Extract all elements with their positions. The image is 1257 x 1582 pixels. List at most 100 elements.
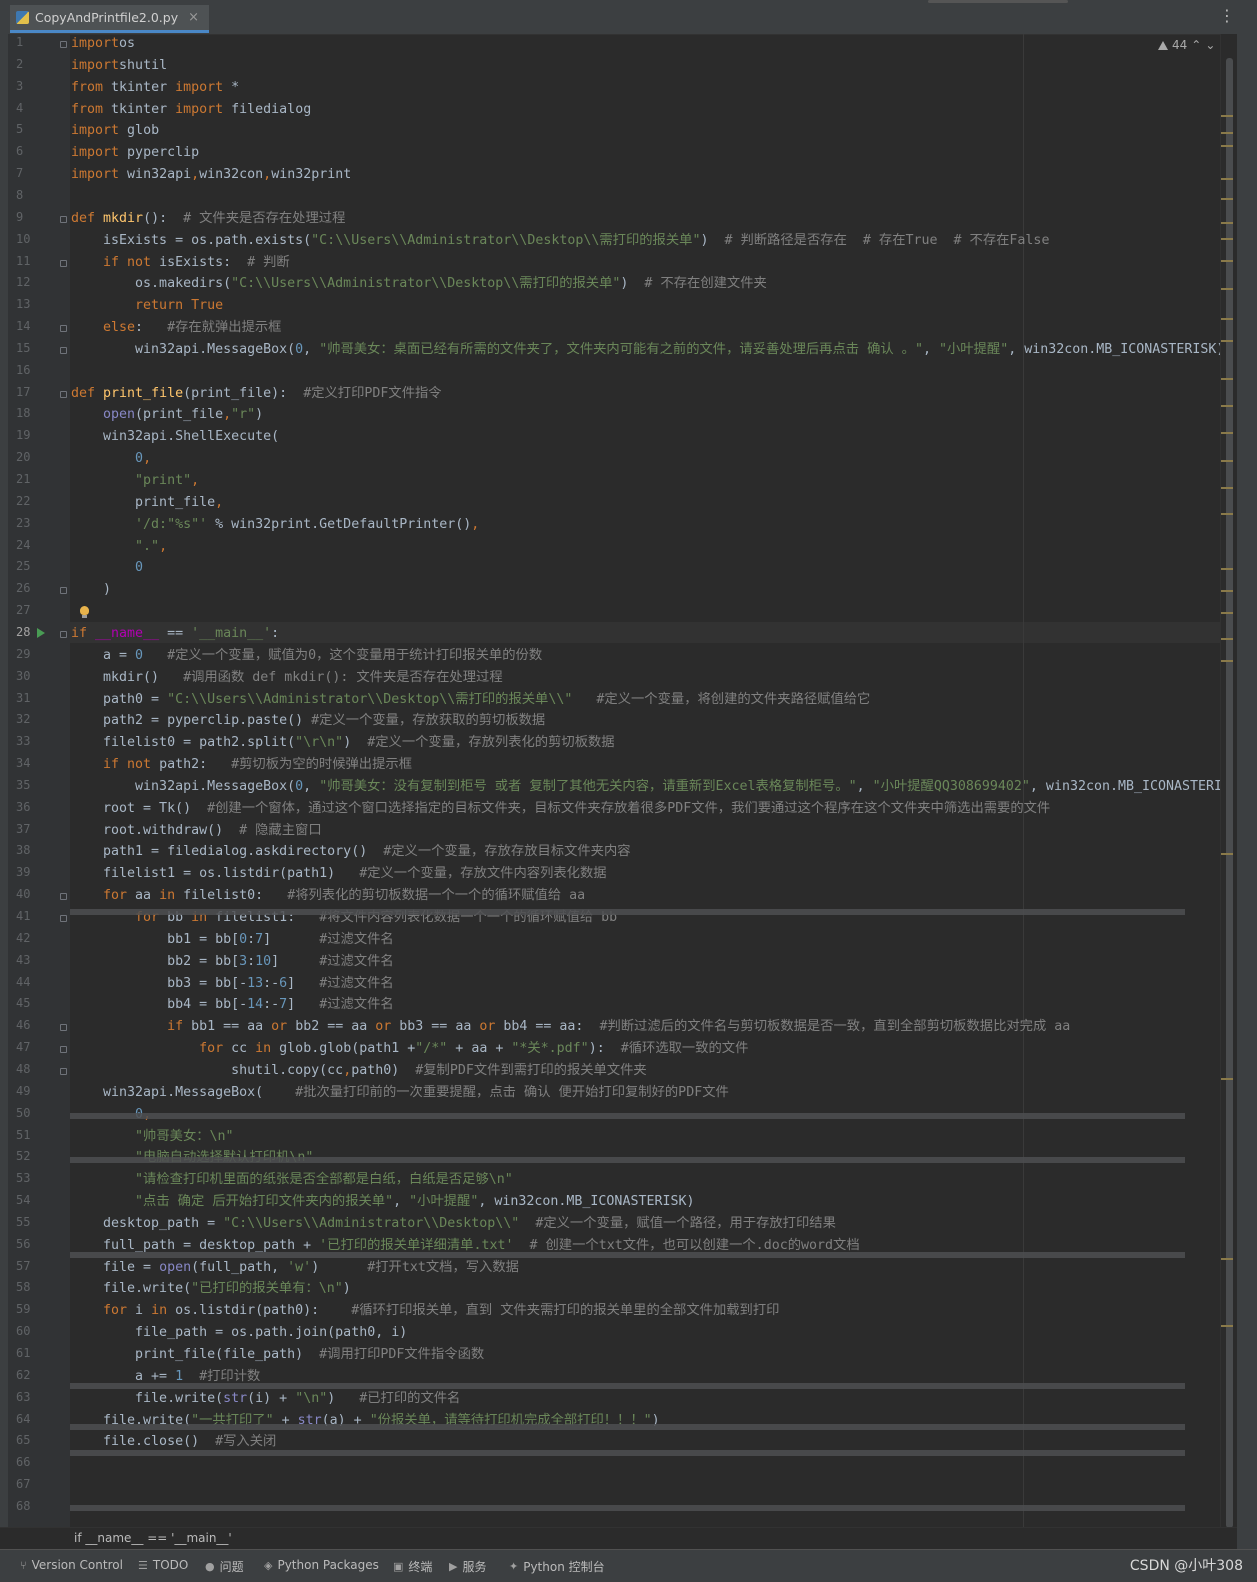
warning-stripe-mark[interactable] [1221, 1078, 1233, 1080]
line-number: 8 [16, 187, 24, 202]
fold-marker-icon[interactable] [60, 1046, 67, 1054]
python-packages-button[interactable]: ◈ Python Packages [264, 1558, 379, 1572]
line-number: 1 [16, 35, 24, 49]
line-number: 27 [16, 603, 31, 618]
warning-stripe-mark[interactable] [1221, 318, 1233, 320]
python-console-button[interactable]: ✦ Python 控制台 [509, 1558, 605, 1575]
line-number: 54 [16, 1193, 31, 1208]
previous-problem-icon[interactable]: ⌃ [1191, 38, 1201, 52]
line-number: 38 [16, 843, 31, 858]
line-number: 46 [16, 1018, 31, 1033]
python-file-icon [16, 11, 29, 24]
line-number: 22 [16, 493, 31, 508]
fold-marker-icon[interactable] [60, 893, 67, 901]
line-number: 49 [16, 1083, 31, 1098]
line-number: 26 [16, 581, 31, 596]
line-number: 23 [16, 515, 31, 530]
fold-marker-icon[interactable] [60, 390, 67, 398]
warning-stripe-mark[interactable] [1221, 260, 1233, 262]
code-line: file_path = os.path.join(path0, i) [71, 1325, 408, 1341]
warning-stripe-mark[interactable] [1221, 460, 1233, 462]
warning-stripe-mark[interactable] [1221, 405, 1233, 407]
code-editor[interactable]: importos importshutil from tkinter import … [70, 34, 1220, 1527]
fold-marker-icon[interactable] [60, 630, 67, 638]
fold-marker-icon[interactable] [60, 587, 67, 595]
warning-stripe-mark[interactable] [1221, 1325, 1233, 1327]
warning-stripe-mark[interactable] [1221, 487, 1233, 489]
code-line: file = open(full_path, 'w') #打开txt文档，写入数… [71, 1259, 519, 1275]
next-problem-icon[interactable]: ⌄ [1205, 38, 1215, 52]
services-button[interactable]: ▶ 服务 [449, 1558, 486, 1575]
line-number: 63 [16, 1389, 31, 1404]
line-number: 47 [16, 1040, 31, 1055]
file-tab[interactable]: CopyAndPrintfile2.0.py × [10, 5, 209, 33]
warning-stripe-mark[interactable] [1221, 590, 1233, 592]
warning-stripe-mark[interactable] [1221, 340, 1233, 342]
warning-stripe-mark[interactable] [1221, 853, 1233, 855]
warning-stripe-mark[interactable] [1221, 660, 1233, 662]
render-artifact [70, 1505, 1185, 1511]
line-number: 32 [16, 712, 31, 727]
warning-stripe-mark[interactable] [1221, 132, 1233, 134]
warning-stripe-mark[interactable] [1221, 378, 1233, 380]
warning-stripe-mark[interactable] [1221, 115, 1233, 117]
warning-stripe-mark[interactable] [1221, 198, 1233, 200]
warning-stripe-mark[interactable] [1221, 568, 1233, 570]
line-number: 41 [16, 909, 31, 923]
line-number: 28 [16, 624, 31, 639]
code-line: importos [71, 36, 136, 51]
code-line: import win32api,win32con,win32print [71, 167, 352, 183]
fold-marker-icon[interactable] [60, 915, 67, 922]
fold-marker-icon[interactable] [60, 1024, 67, 1032]
line-number: 35 [16, 777, 31, 792]
line-number: 61 [16, 1346, 31, 1360]
breadcrumb-bar: if __name__ == '__main__' [0, 1527, 1237, 1550]
version-control-button[interactable]: ⑂ Version Control [20, 1558, 123, 1572]
code-line: for i in os.listdir(path0): #循环打印报关单，直到 … [71, 1303, 780, 1319]
line-number: 45 [16, 996, 31, 1011]
line-number: 33 [16, 734, 31, 749]
todo-button[interactable]: ☰ TODO [138, 1558, 188, 1572]
warning-stripe-mark[interactable] [1221, 432, 1233, 434]
code-line: "点击 确定 后开始打印文件夹内的报关单", "小叶提醒", win32con.… [71, 1194, 695, 1210]
warning-stripe-mark[interactable] [1221, 513, 1233, 515]
code-line: ) [71, 582, 112, 598]
warning-stripe-mark[interactable] [1221, 178, 1233, 180]
code-line: if not path2: #剪切板为空的时候弹出提示框 [71, 757, 412, 773]
fold-marker-icon[interactable] [60, 41, 67, 48]
problems-label: 问题 [219, 1560, 244, 1574]
fold-marker-icon[interactable] [60, 1067, 67, 1075]
run-gutter-icon[interactable] [37, 628, 45, 638]
code-line: else: #存在就弹出提示框 [71, 320, 282, 336]
code-line: "print", [71, 473, 200, 488]
vertical-scroll-thumb[interactable] [1226, 58, 1233, 1528]
warning-stripe-mark[interactable] [1221, 638, 1233, 640]
warning-stripe-mark[interactable] [1221, 1258, 1233, 1260]
code-line: 0, [71, 451, 152, 467]
more-options-icon[interactable]: ⋮ [1219, 6, 1235, 25]
render-artifact [70, 1424, 1185, 1430]
terminal-button[interactable]: ▣ 终端 [393, 1558, 432, 1575]
fold-marker-icon[interactable] [60, 346, 67, 354]
line-number: 7 [16, 166, 24, 181]
code-line: filelist0 = path2.split("\r\n") #定义一个变量，… [71, 735, 615, 751]
intention-bulb-icon[interactable] [80, 606, 89, 618]
fold-marker-icon[interactable] [60, 325, 67, 333]
render-artifact [70, 1113, 1185, 1119]
fold-marker-icon[interactable] [60, 259, 67, 267]
horizontal-scroll-thumb[interactable] [928, 0, 1068, 3]
warning-count: 44 [1172, 38, 1188, 52]
line-number: 21 [16, 472, 31, 486]
fold-marker-icon[interactable] [60, 215, 67, 223]
warning-stripe-mark[interactable] [1221, 145, 1233, 147]
close-tab-icon[interactable]: × [188, 10, 199, 25]
code-line: import pyperclip [71, 145, 200, 161]
warning-stripe-mark[interactable] [1221, 222, 1233, 224]
warning-stripe-mark[interactable] [1221, 238, 1233, 240]
warning-stripe-mark[interactable] [1221, 612, 1233, 614]
warning-stripe-mark[interactable] [1221, 288, 1233, 290]
breadcrumb[interactable]: if __name__ == '__main__' [74, 1531, 232, 1545]
inspection-widget[interactable]: 44 ⌃ ⌄ [1158, 38, 1215, 52]
line-number: 68 [16, 1498, 31, 1513]
problems-button[interactable]: ● 问题 [205, 1558, 244, 1575]
